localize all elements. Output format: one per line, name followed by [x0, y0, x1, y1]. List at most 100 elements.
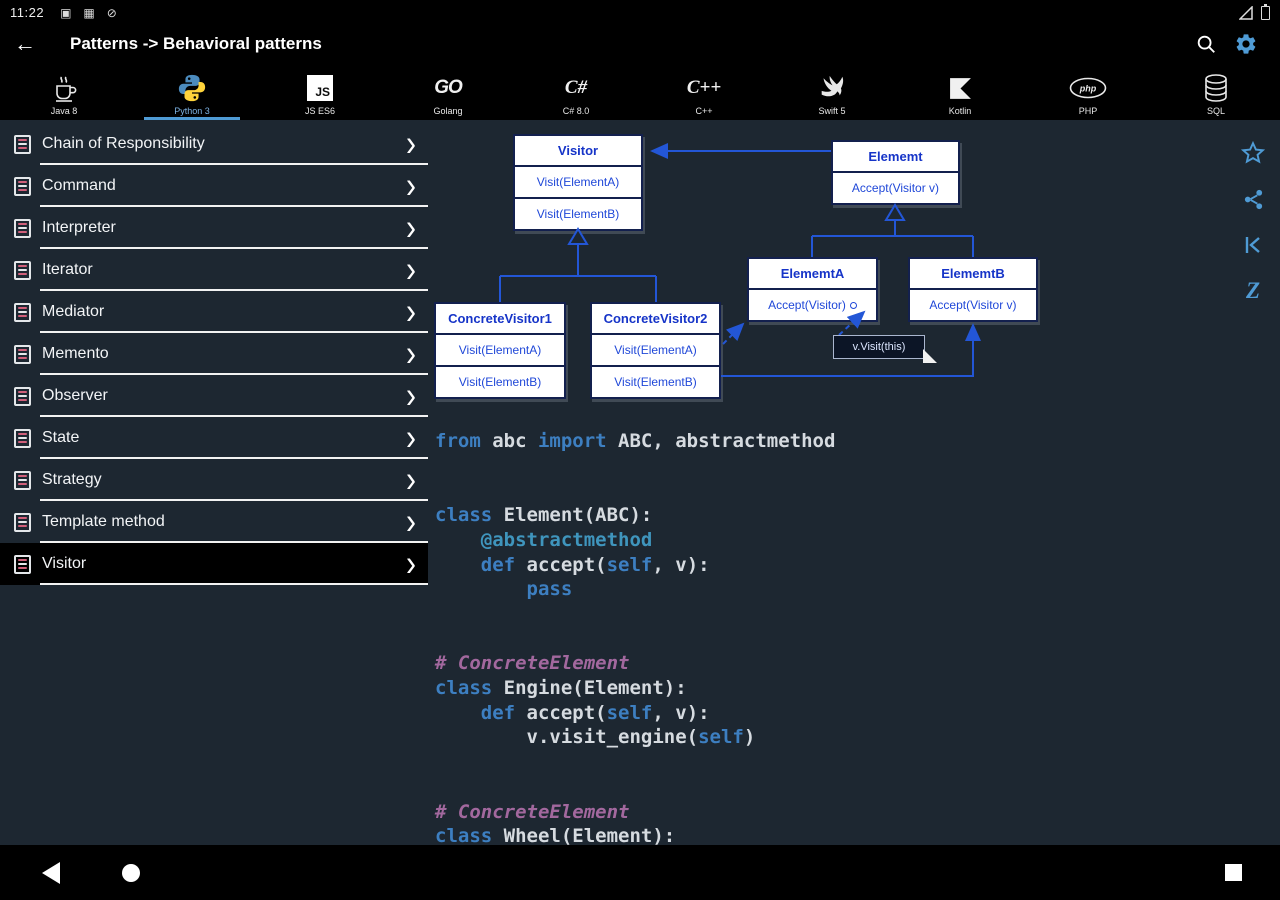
clock: 11:22 — [10, 5, 44, 20]
page-title: Patterns -> Behavioral patterns — [70, 34, 322, 54]
tab-label: Kotlin — [949, 106, 972, 116]
chevron-right-icon: › — [406, 384, 416, 409]
uml-method: Visit(ElementA) — [592, 335, 719, 367]
uml-class-concrete-visitor-1: ConcreteVisitor1 Visit(ElementA) Visit(E… — [434, 302, 566, 399]
tab-kotlin[interactable]: Kotlin — [896, 62, 1024, 120]
tab-label: SQL — [1207, 106, 1225, 116]
pattern-doc-icon — [14, 303, 31, 322]
code-line: def accept(self, v): — [435, 701, 1234, 726]
tab-label: C++ — [695, 106, 712, 116]
uml-method: Visit(ElementA) — [515, 167, 641, 199]
chevron-right-icon: › — [406, 174, 416, 199]
first-page-icon[interactable] — [1238, 222, 1268, 268]
pattern-label: Command — [42, 177, 116, 195]
uml-class-title: ConcreteVisitor1 — [436, 304, 564, 335]
pattern-doc-icon — [14, 429, 31, 448]
pattern-doc-icon — [14, 261, 31, 280]
uml-class-title: ElememtB — [910, 259, 1036, 290]
search-icon[interactable] — [1186, 33, 1226, 55]
battery-icon — [1261, 6, 1270, 20]
tab-js-es6[interactable]: JS JS ES6 — [256, 62, 384, 120]
tab-golang[interactable]: GO Golang — [384, 62, 512, 120]
uml-class-element: Elememt Accept(Visitor v) — [831, 140, 960, 205]
chevron-right-icon: › — [406, 216, 416, 241]
interface-lollipop-icon — [850, 302, 857, 309]
code-line: from abc import ABC, abstractmethod — [435, 429, 1234, 454]
pattern-label: Strategy — [42, 471, 102, 489]
code-line: def accept(self, v): — [435, 553, 1234, 578]
pattern-item-iterator[interactable]: Iterator › — [0, 249, 428, 291]
tab-cpp[interactable]: C++ C++ — [640, 62, 768, 120]
z-order-icon[interactable]: Z — [1238, 268, 1268, 314]
javascript-icon: JS — [307, 71, 333, 105]
database-icon — [1202, 71, 1230, 105]
notification-icon-3: ⊘ — [107, 6, 117, 20]
android-nav-bar — [0, 845, 1280, 900]
nav-home-button[interactable] — [122, 864, 140, 882]
chevron-right-icon: › — [406, 300, 416, 325]
pattern-doc-icon — [14, 471, 31, 490]
pattern-item-chain-of-responsibility[interactable]: Chain of Responsibility › — [0, 123, 428, 165]
uml-class-element-b: ElememtB Accept(Visitor v) — [908, 257, 1038, 322]
pattern-item-interpreter[interactable]: Interpreter› — [0, 207, 428, 249]
back-arrow-icon[interactable]: ← — [14, 31, 58, 57]
content-scroll-area[interactable]: Chain of Responsibility›Command›Interpre… — [0, 120, 1280, 845]
code-line — [435, 775, 1234, 800]
uml-method: Accept(Visitor) — [749, 290, 876, 320]
pattern-doc-icon — [14, 177, 31, 196]
right-toolbar: Z — [1238, 130, 1268, 314]
tab-php[interactable]: php PHP — [1024, 62, 1152, 120]
pattern-doc-icon — [14, 387, 31, 406]
pattern-item-memento[interactable]: Memento› — [0, 333, 428, 375]
chevron-right-icon: › — [406, 132, 416, 157]
uml-class-visitor: Visitor Visit(ElementA) Visit(ElementB) — [513, 134, 643, 231]
tab-java-8[interactable]: Java 8 — [0, 62, 128, 120]
code-line: pass — [435, 577, 1234, 602]
tab-label: Golang — [433, 106, 462, 116]
uml-class-title: ElememtA — [749, 259, 876, 290]
python-icon — [177, 71, 207, 105]
tab-python-3[interactable]: Python 3 — [128, 62, 256, 120]
pattern-label: Chain of Responsibility — [42, 135, 205, 153]
code-line — [435, 750, 1234, 775]
csharp-icon: C# — [565, 71, 587, 105]
tab-label: JS ES6 — [305, 106, 335, 116]
settings-gear-icon[interactable] — [1226, 32, 1266, 56]
uml-class-title: Visitor — [515, 136, 641, 167]
code-line: v.visit_engine(self) — [435, 725, 1234, 750]
uml-class-concrete-visitor-2: ConcreteVisitor2 Visit(ElementA) Visit(E… — [590, 302, 721, 399]
uml-class-title: Elememt — [833, 142, 958, 173]
swift-bird-icon — [817, 71, 847, 105]
pattern-item-strategy[interactable]: Strategy › — [0, 459, 428, 501]
tab-swift-5[interactable]: Swift 5 — [768, 62, 896, 120]
code-line: class Engine(Element): — [435, 676, 1234, 701]
code-line — [435, 627, 1234, 652]
status-bar: 11:22 ▣ ▦ ⊘ — [0, 0, 1280, 25]
tab-sql[interactable]: SQL — [1152, 62, 1280, 120]
pattern-sidebar: Chain of Responsibility›Command›Interpre… — [0, 123, 428, 585]
code-line: @abstractmethod — [435, 528, 1234, 553]
pattern-doc-icon — [14, 135, 31, 154]
pattern-item-state[interactable]: State› — [0, 417, 428, 459]
chevron-right-icon: › — [406, 468, 416, 493]
pattern-label: Iterator — [42, 261, 93, 279]
favorite-star-icon[interactable] — [1238, 130, 1268, 176]
share-icon[interactable] — [1238, 176, 1268, 222]
uml-class-title: ConcreteVisitor2 — [592, 304, 719, 335]
pattern-item-observer[interactable]: Observer› — [0, 375, 428, 417]
app-bar: ← Patterns -> Behavioral patterns — [0, 25, 1280, 62]
nav-recents-button[interactable] — [1225, 864, 1242, 881]
pattern-item-visitor[interactable]: Visitor› — [0, 543, 428, 585]
java-cup-icon — [48, 71, 80, 105]
pattern-item-template-method[interactable]: Template method› — [0, 501, 428, 543]
chevron-right-icon: › — [406, 258, 416, 283]
uml-method: Visit(ElementB) — [515, 199, 641, 229]
code-line: # ConcreteElement — [435, 651, 1234, 676]
svg-text:php: php — [1079, 84, 1097, 94]
pattern-item-mediator[interactable]: Mediator› — [0, 291, 428, 333]
tab-csharp[interactable]: C# C# 8.0 — [512, 62, 640, 120]
chevron-right-icon: › — [406, 510, 416, 535]
nav-back-button[interactable] — [42, 862, 60, 884]
pattern-item-command[interactable]: Command › — [0, 165, 428, 207]
pattern-doc-icon — [14, 345, 31, 364]
